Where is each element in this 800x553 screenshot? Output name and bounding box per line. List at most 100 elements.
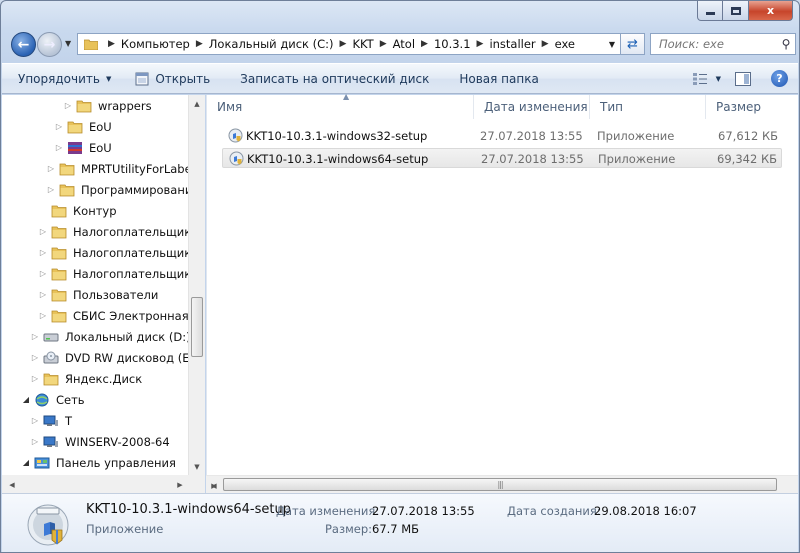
- tree-item[interactable]: ▷ MPRTUtilityForLabel V: [46, 158, 204, 179]
- expand-arrow-icon[interactable]: ▷: [38, 248, 48, 257]
- expand-arrow-icon[interactable]: ▷: [54, 122, 64, 131]
- file-type: Приложение: [598, 152, 676, 166]
- recent-pages-dropdown[interactable]: ▼: [65, 39, 71, 48]
- column-header-type[interactable]: Тип: [590, 95, 706, 119]
- navigation-bar: ← → ▼ ▶ Компьютер ▶ Локальный диск (C:) ▶ KKT…: [9, 30, 796, 60]
- back-button[interactable]: ←: [11, 32, 36, 57]
- expand-arrow-icon[interactable]: ▷: [38, 290, 48, 299]
- tree-item[interactable]: ▷ Локальный диск (D:): [30, 326, 191, 347]
- expand-arrow-icon[interactable]: ▷: [30, 353, 40, 362]
- scroll-right-arrow-icon[interactable]: ▶: [206, 477, 222, 494]
- scroll-up-arrow-icon[interactable]: ▲: [189, 95, 205, 112]
- expand-arrow-icon[interactable]: ▷: [46, 164, 56, 173]
- file-row[interactable]: KKT10-10.3.1-windows64-setup 27.07.2018 1…: [222, 148, 782, 168]
- file-list-horizontal-scrollbar[interactable]: ◀ ||| ▶: [206, 475, 798, 493]
- breadcrumb-item[interactable]: exe: [555, 37, 575, 51]
- breadcrumb-item[interactable]: Локальный диск (C:): [209, 37, 334, 51]
- tree-item[interactable]: ◢ Панель управления: [21, 452, 176, 473]
- chevron-right-icon[interactable]: ▶: [340, 39, 347, 49]
- organize-menu[interactable]: Упорядочить ▼: [14, 70, 115, 88]
- column-name-label: Имя: [217, 100, 243, 114]
- expanded-arrow-icon[interactable]: ◢: [21, 395, 31, 404]
- help-icon[interactable]: ?: [771, 70, 788, 87]
- breadcrumb-item[interactable]: Atol: [393, 37, 415, 51]
- column-header-name[interactable]: Имя: [207, 95, 474, 119]
- search-icon[interactable]: ⚲: [777, 37, 795, 51]
- chevron-right-icon[interactable]: ▶: [380, 39, 387, 49]
- caption-buttons: x: [697, 1, 793, 21]
- chevron-right-icon[interactable]: ▶: [196, 39, 203, 49]
- expand-arrow-icon[interactable]: ▷: [46, 185, 56, 194]
- tree-item[interactable]: ▷ wrappers: [63, 95, 152, 116]
- search-input[interactable]: [651, 37, 777, 51]
- refresh-button[interactable]: ⇄: [621, 33, 645, 55]
- views-icon[interactable]: [692, 72, 708, 86]
- tree-item[interactable]: ▷ СБИС Электронная от: [38, 305, 204, 326]
- forward-button[interactable]: →: [37, 32, 62, 57]
- address-history-dropdown[interactable]: ▼: [604, 40, 620, 49]
- folder-icon: [51, 268, 67, 280]
- expand-arrow-icon[interactable]: ▷: [38, 311, 48, 320]
- expand-arrow-icon[interactable]: ▷: [30, 416, 40, 425]
- preview-pane-icon[interactable]: [735, 71, 751, 86]
- file-list[interactable]: Имя ▲ Дата изменения Тип Размер KKT10-10…: [206, 92, 799, 475]
- tree-item[interactable]: ▷ DVD RW дисковод (E:): [30, 347, 198, 368]
- navigation-horizontal-scrollbar[interactable]: ◀ ▶: [2, 475, 188, 493]
- expand-arrow-icon[interactable]: ▷: [30, 332, 40, 341]
- expand-arrow-icon[interactable]: ▷: [30, 374, 40, 383]
- breadcrumb-item[interactable]: KKT: [352, 37, 373, 51]
- folder-icon: [51, 310, 67, 322]
- tree-item[interactable]: Контур: [38, 200, 117, 221]
- file-row[interactable]: KKT10-10.3.1-windows32-setup 27.07.2018 1…: [222, 126, 782, 146]
- expanded-arrow-icon[interactable]: ◢: [21, 458, 31, 467]
- burn-disc-button[interactable]: Записать на оптический диск: [236, 70, 433, 88]
- scroll-left-arrow-icon[interactable]: ◀: [4, 476, 20, 493]
- minimize-button[interactable]: [697, 1, 723, 21]
- expand-arrow-icon[interactable]: ▷: [54, 143, 64, 152]
- tree-item[interactable]: ▷ T: [30, 410, 72, 431]
- tree-item[interactable]: ▷ Налогоплательщик Ю: [38, 263, 204, 284]
- tree-item[interactable]: ▷ EoU: [54, 137, 112, 158]
- breadcrumb-item[interactable]: installer: [489, 37, 535, 51]
- tree-item[interactable]: ▷ WINSERV-2008-64: [30, 431, 170, 452]
- tree-item[interactable]: ▷ Пользователи: [38, 284, 158, 305]
- chevron-right-icon[interactable]: ▶: [542, 39, 549, 49]
- tree-item-label: Панель управления: [56, 455, 176, 470]
- open-button[interactable]: Открыть: [131, 70, 214, 88]
- new-folder-button[interactable]: Новая папка: [455, 70, 542, 88]
- breadcrumb-item[interactable]: 10.3.1: [434, 37, 471, 51]
- close-button[interactable]: x: [749, 1, 793, 21]
- navigation-vertical-scrollbar[interactable]: ▲ ▼: [188, 95, 205, 493]
- tree-item-label: Сеть: [56, 392, 85, 407]
- file-size: 67,612 КБ: [718, 129, 778, 143]
- breadcrumb-item[interactable]: Компьютер: [121, 37, 190, 51]
- expand-arrow-icon[interactable]: ▷: [38, 227, 48, 236]
- tree-item[interactable]: ▷ Программирование: [46, 179, 200, 200]
- chevron-right-icon[interactable]: ▶: [477, 39, 484, 49]
- scrollbar-thumb[interactable]: |||: [223, 478, 777, 491]
- navigation-pane[interactable]: ▷ wrappers ▷ EoU ▷ EoU ▷ MPRTUtilityForLabel V ▷…: [2, 95, 204, 493]
- organize-label: Упорядочить: [18, 71, 100, 86]
- details-file-name: KKT10-10.3.1-windows64-setup: [86, 502, 291, 517]
- chevron-right-icon[interactable]: ▶: [421, 39, 428, 49]
- column-header-size[interactable]: Размер: [706, 95, 799, 119]
- tree-item[interactable]: ▷ Яндекс.Диск: [30, 368, 142, 389]
- scroll-down-arrow-icon[interactable]: ▼: [189, 458, 205, 475]
- maximize-button[interactable]: [723, 1, 749, 21]
- chevron-right-icon[interactable]: ▶: [108, 39, 115, 49]
- address-bar[interactable]: ▶ Компьютер ▶ Локальный диск (C:) ▶ KKT ▶ Atol ▶…: [77, 33, 621, 55]
- installer-app-icon: [228, 128, 243, 143]
- tree-item[interactable]: ◢ Сеть: [21, 389, 85, 410]
- tree-item[interactable]: ▷ EoU: [54, 116, 112, 137]
- column-header-date[interactable]: Дата изменения: [474, 95, 590, 119]
- tree-item[interactable]: ▷ Налогоплательщик Ю: [38, 221, 204, 242]
- help-glyph: ?: [776, 72, 783, 85]
- expand-arrow-icon[interactable]: ▷: [30, 437, 40, 446]
- sort-ascending-icon: ▲: [343, 92, 350, 101]
- views-dropdown[interactable]: ▼: [716, 75, 721, 83]
- expand-arrow-icon[interactable]: ▷: [63, 101, 73, 110]
- scroll-right-arrow-icon[interactable]: ▶: [172, 476, 188, 493]
- scrollbar-thumb[interactable]: [191, 297, 203, 357]
- tree-item[interactable]: ▷ Налогоплательщик Ю: [38, 242, 204, 263]
- expand-arrow-icon[interactable]: ▷: [38, 269, 48, 278]
